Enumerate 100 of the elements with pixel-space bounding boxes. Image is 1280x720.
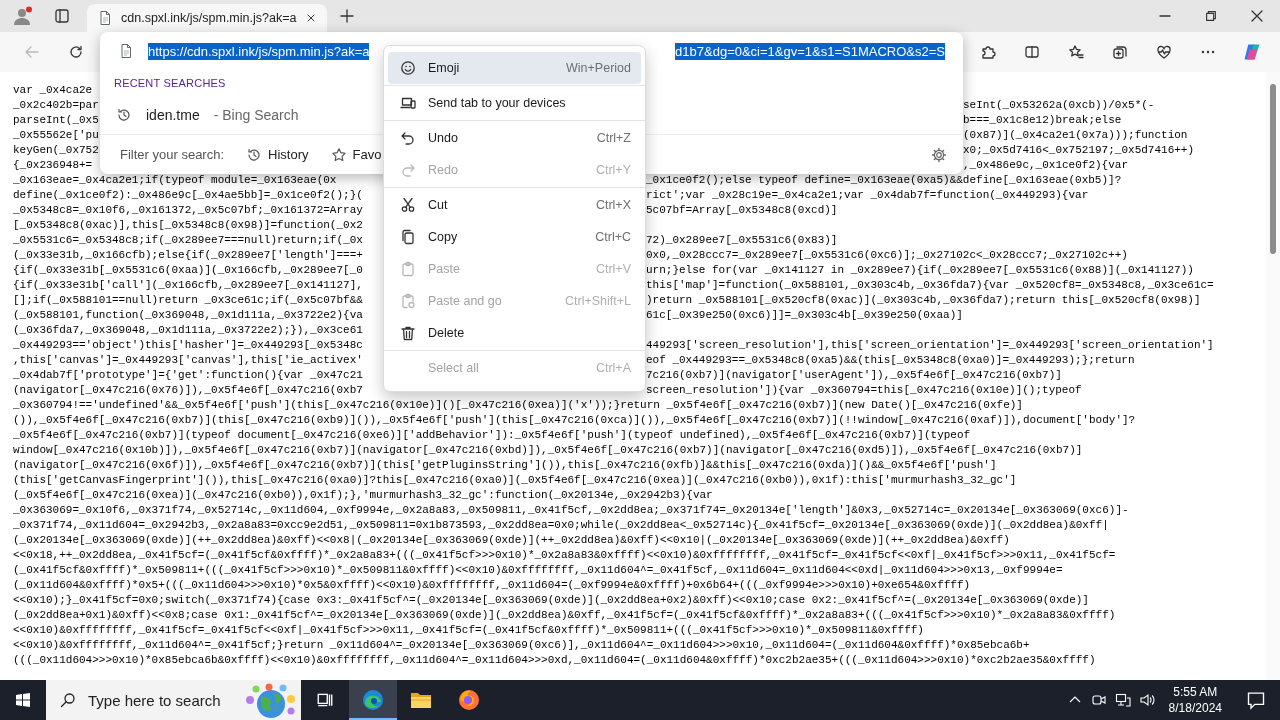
windows-logo-icon: [15, 692, 31, 708]
clipboard-icon: [400, 293, 416, 309]
menu-item[interactable]: Send tab to your devices: [388, 87, 641, 119]
browser-tab[interactable]: cdn.spxl.ink/js/spm.min.js?ak=a: [87, 4, 327, 32]
code-line: 0x0,_0x28ccc7=_0x289ee7[_0x5531c6(0xc6)];_0x27102c<_0x28ccc7;_0x27102c++): [646, 249, 1128, 261]
code-line: 7c216(0xb7)](navigator['userAgent']),_0x5f4e6f[_0x47c216(0xb7)]: [646, 369, 1062, 381]
code-line: keyGen(_0x752: [13, 144, 99, 156]
code-line: (_0x588101,function(_0x369048,_0x1d111a,_0x3722e2){va: [13, 309, 363, 321]
restore-icon[interactable]: [1204, 9, 1218, 23]
code-line: (_0x41f5cf&0xffff)*_0x509811+(((_0x41f5cf>>>0x10)*_0x509811&0xffff)<<0x10)&0xffffffff,_0x11d604^=_0x41f5cf,_0x11d604=_0x11d604<<0xd|_0x11d604>>>0x13,_0xf9994e=: [13, 563, 1064, 578]
tab-actions-icon[interactable]: [54, 8, 70, 24]
camera-icon[interactable]: [1090, 692, 1107, 708]
collections-icon[interactable]: [1112, 44, 1128, 60]
edge-icon: [361, 688, 385, 712]
code-line: this['map']=function(_0x588101,_0x303c4b,_0x36fda7){var _0x520cf8=_0x5348c8,_0x3ce61c=: [646, 279, 1214, 291]
menu-item[interactable]: Copy Ctrl+C: [388, 221, 641, 253]
history-icon: [116, 107, 132, 123]
code-line: (_0x5f4e6f[_0x47c216(0xea)](_0x47c216(0xb0)),0x1f);},'murmurhash3_32_gc':function(_0x20134e,_0x2942b3){var: [13, 488, 714, 503]
code-line: {if(_0x33e31b['call'](_0x166cfb,_0x289ee7[_0x141127],: [13, 279, 363, 291]
star-icon: [330, 146, 347, 163]
code-line: (((_0x11d604>>>0x10)*0x85ebca6b&0xffff)<<0x10)&0xffffffff,_0x11d604^=_0x11d604>>>0xd,_0x11d604=(_0x11d604&0xffff)*0xc2b2ae35+(((_0x11d604>>>0x10)*0xc2b2ae35&0xffff): [13, 653, 1097, 668]
search-icon: [60, 692, 76, 708]
refresh-icon[interactable]: [68, 44, 84, 60]
smiley-icon: [400, 60, 416, 76]
network-icon[interactable]: [1114, 692, 1131, 708]
code-line: (navigator[_0x47c216(0x76)]),_0x5f4e6f[_0x47c216(0xb7: [13, 384, 363, 396]
code-line: <<0x10)&0xffffffff,_0x41f5cf=_0x41f5cf<<0xf|_0x41f5cf>>>0x11,_0x41f5cf=(_0x41f5cf&0xffff)*_0x509811+(((_0x41f5cf>>>0x10)*_0x509811&0xffff): [13, 623, 925, 638]
page-icon: [118, 43, 134, 59]
code-line: _0x360794!=='undefined'&&_0x5f4e6f['push'](this[_0x47c216(0x10e)]()[_0x47c216(0xea)]('x'));}return _0x5f4e6f[_0x47c216(0xb7)](new Date()[_0x47c216(0xfe)]: [13, 398, 1024, 413]
firefox-icon: [457, 688, 481, 712]
code-line: _0x1ce0f2();else typeof define=_0x163eae(0xa5)&&define[_0x163eae(0xb5)]?: [646, 174, 1122, 186]
close-icon[interactable]: [305, 12, 317, 24]
code-line: var _0x4ca2e: [13, 84, 93, 96]
recent-search-item[interactable]: iden.tme - Bing Search: [100, 96, 305, 134]
code-line: window[_0x47c216(0x10b)]),_0x5f4e6f[_0x47c216(0xb7)](navigator[_0x47c216(0xbd)]),_0x5f4e6f[_0x47c216(0xb7)](navigator[_0x47c216(0xd5)]),_0x5f4e6f[_0x47c216(0xb7)]: [13, 443, 1084, 458]
task-view-icon: [316, 691, 334, 709]
url-text[interactable]: d1b7&dg=0&ci=1&gv=1&s1=S1MACRO&s2=S: [675, 42, 945, 60]
code-line: (_0x33e31b,_0x166cfb);else{if(_0x289ee7['length']===+: [13, 249, 363, 261]
filter-button[interactable]: History: [246, 146, 309, 163]
code-line: 5c07bf=Array[_0x5348c8(0xcd)]: [646, 204, 838, 216]
search-box[interactable]: Type here to search: [46, 680, 301, 720]
code-line: (navigator[_0x47c216(0x6f)]),_0x5f4e6f[_0x47c216(0xb7)](this['getPluginsString']()),this[_0x47c216(0xfb)]&&this[_0x47c216(0xda)]()&&_0x5f4e6f['push']: [13, 458, 998, 473]
code-line: parseInt(_0x5: [13, 114, 99, 126]
code-line: _0x5531c6=_0x5348c8;if(_0x289ee7===null)return;if(_0x: [13, 234, 363, 246]
code-line: _0x5348c8=_0x10f6,_0x161372,_0x5c07bf;_0x161372=Array: [13, 204, 363, 216]
code-line: (0x87)](_0x4ca2e1(0x7a)));function: [963, 129, 1188, 141]
history-icon: [246, 146, 263, 163]
code-line: _0x5f4e6f[_0x47c216(0xb7)](typeof document[_0x47c216(0xe6)]['addBehavior']):_0x5f4e6f['push'](typeof undefined),_0x5f4e6f[_0x47c216(0xb7)](typeof: [13, 428, 972, 443]
menu-item[interactable]: Cut Ctrl+X: [388, 189, 641, 221]
code-line: 61c[_0x39e250(0xc6)]]=_0x303c4b[_0x39e250(0xaa)]: [646, 309, 963, 321]
url-text[interactable]: https://cdn.spxl.ink/js/spm.min.js?ak=a: [148, 42, 370, 60]
profile-icon[interactable]: [12, 6, 32, 26]
notifications-icon[interactable]: [1246, 690, 1266, 710]
copy-icon: [400, 229, 416, 245]
favorites-icon[interactable]: [1068, 44, 1084, 60]
code-line: x0;_0x5d7416<_0x752197;_0x5d7416++): [963, 144, 1195, 156]
extensions-icon[interactable]: [980, 44, 996, 60]
code-line: screen_resolution']){var _0x360794=this[_0x47c216(0x10e)]();typeof: [646, 384, 1082, 396]
menu-item[interactable]: Delete: [388, 317, 641, 349]
code-line: 72)_0x289ee7[_0x5531c6(0x83)]: [646, 234, 838, 246]
code-line: (_0x2dd8ea+0x1)&0xff)<<0x8;case 0x1:_0x41f5cf^=_0x20134e[_0x363069(0xde)](_0x2dd8ea)&0xff,_0x41f5cf=(_0x41f5cf&0xffff)*_0x2a8a83+(((_0x41f5cf>>>0x10)*_0x2a8a83&0xffff): [13, 608, 1117, 623]
code-line: (this['getCanvasFingerprint']()),this[_0x47c216(0xa0)]?this[_0x47c216(0xa0)](_0x5f4e6f[_0x47c216(0xea)](_0x47c216(0xb0)),0x1f):this['murmurhash3_32_gc']: [13, 473, 1018, 488]
code-line: define(_0x1ce0f2):_0x486e9c[_0x4ae5bb]=_0x1ce0f2();}(: [13, 189, 363, 201]
scissors-icon: [400, 197, 416, 213]
split-screen-icon[interactable]: [1024, 44, 1040, 60]
scrollbar[interactable]: [1266, 72, 1280, 680]
speaker-icon[interactable]: [1138, 692, 1155, 708]
filter-label: Filter your search:: [120, 147, 225, 162]
redo-icon: [400, 162, 416, 178]
code-line: )return _0x588101[_0x520cf8(0xac)](_0x303c4b,_0x36fda7);return this[_0x520cf8(0x98)]: [646, 294, 1201, 306]
trash-icon: [400, 325, 416, 341]
menu-item[interactable]: Undo Ctrl+Z: [388, 122, 641, 154]
section-heading: RECENT SEARCHES: [114, 77, 226, 89]
code-line: <<0x18,++_0x2dd8ea,_0x41f5cf=(_0x41f5cf&0xffff)*_0x2a8a83+(((_0x41f5cf>>>0x10)*_0x2a8a83&0xffff)<<0x10)&0xffffffff,_0x41f5cf=_0x41f5cf<<0xf|_0x41f5cf>>>0x11,_0x41f5cf=: [13, 548, 1117, 563]
code-line: ()),_0x5f4e6f[_0x47c216(0xb7)](this[_0x47c216(0xb9)]()),_0x5f4e6f['push'](this[_0x47c216(0xca)]()),_0x5f4e6f[_0x47c216(0xb7)](!!window[_0x47c216(0xaf)]),document['body']?: [13, 413, 1137, 428]
code-line: (_0x36fda7,_0x369048,_0x1d111a,_0x3722e2);}),_0x3ce61: [13, 324, 363, 336]
code-line: rict';var _0x28c19e=_0x4ca2e1;var _0x4dab7f=function(_0x449293){var: [646, 189, 1089, 201]
code-line: [];if(_0x588101==null)return _0x3ce61c;if(_0x5c07bf&&: [13, 294, 363, 306]
close-icon[interactable]: [1249, 8, 1265, 24]
code-line: _0x2c402b=par: [13, 99, 99, 111]
code-line: {_0x236948+=: [13, 159, 93, 171]
heart-icon[interactable]: [1156, 44, 1172, 60]
code-line: eof _0x449293==_0x5348c8(0xa5)&&(this[_0x5348c8(0xa0)]=_0x449293);};return: [646, 354, 1135, 366]
copilot-icon[interactable]: [1242, 42, 1262, 62]
code-line: ,_0x486e9c,_0x1ce0f2){var: [963, 159, 1129, 171]
clock[interactable]: 5:55 AM 8/18/2024: [1158, 684, 1232, 716]
code-line: <<0x10);}_0x41f5cf=0x0;switch(_0x371f74){case 0x3:_0x41f5cf^=(_0x20134e[_0x363069(0xde)](_0x2dd8ea+0x2)&0xff)<<0x10;case 0x2:_0x41f5cf^=(_0x20134e[_0x363069(0xde)]: [13, 593, 1090, 608]
code-line: _0x55562e['pu: [13, 129, 99, 141]
code-line: urn;}else for(var _0x141127 in _0x289ee7){if(_0x289ee7[_0x5531c6(0x88)](_0x141127)): [646, 264, 1194, 276]
search-field[interactable]: Type here to search: [86, 690, 231, 710]
new-tab-icon[interactable]: [339, 8, 355, 24]
code-line: (_0x11d604&0xffff)*0x5+(((_0x11d604>>>0x10)*0x5&0xffff)<<0x10)&0xffffffff,_0x11d604=(_0xf9994e&0xffff)+0x6b64+(((_0xf9994e>>>0x10)+0xe654&0xffff): [13, 578, 972, 593]
menu-item[interactable]: Emoji Win+Period: [388, 52, 641, 84]
code-line: {if(_0x33e31b[_0x5531c6(0xaa)](_0x166cfb,_0x289ee7[_0: [13, 264, 363, 276]
settings-icon[interactable]: [931, 146, 947, 163]
code-line: _0x371f74,_0x11d604=_0x2942b3,_0x2a8a83=0xcc9e2d51,_0x509811=0x1b873593,_0x2dd8ea=0x0;while(_0x2dd8ea<_0x52714c){_0x41f5cf=_0x20134e[_0x363069(0xde)](_0x2dd8ea)&0xff|: [13, 518, 1110, 533]
filter-button[interactable]: Favo: [330, 146, 382, 163]
code-line: <<0x10)&0xffffffff,_0x11d604^=_0x41f5cf;}return _0x11d604^=_0x20134e[_0x363069(0xc6)],_0x11d604^=_0x11d604>>>0x10,_0x11d604=(_0x11d604&0xffff)*0x85ebca6b+: [13, 638, 1031, 653]
code-line: ,this['canvas']=_0x449293['canvas'],this['ie_activex': [13, 354, 363, 366]
code-line: [_0x5348c8(0xac)],this[_0x5348c8(0x98)]=function(_0x2: [13, 219, 363, 231]
